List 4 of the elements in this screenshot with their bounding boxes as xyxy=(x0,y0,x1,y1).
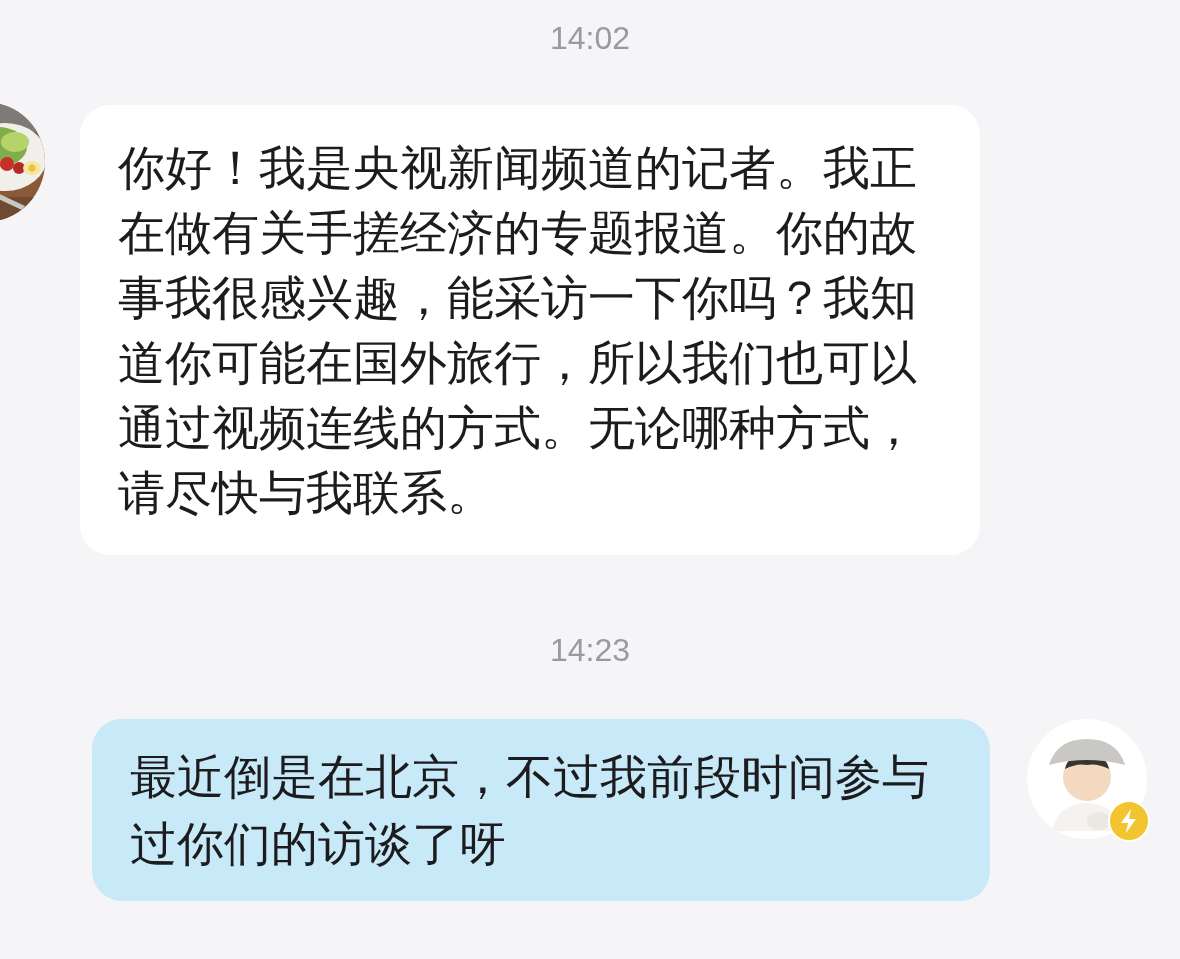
message-bubble: 你好！我是央视新闻频道的记者。我正在做有关手搓经济的专题报道。你的故事我很感兴趣，能采访一下你吗？我知道你可能在国外旅行，所以我们也可以通过视频连线的方式。无论哪种方式，请尽快与我联系。 xyxy=(80,105,980,555)
timestamp: 14:23 xyxy=(549,631,631,670)
message-bubble: 最近倒是在北京，不过我前段时间参与过你们的访谈了呀 xyxy=(92,719,990,901)
timestamp: 14:02 xyxy=(549,19,631,58)
